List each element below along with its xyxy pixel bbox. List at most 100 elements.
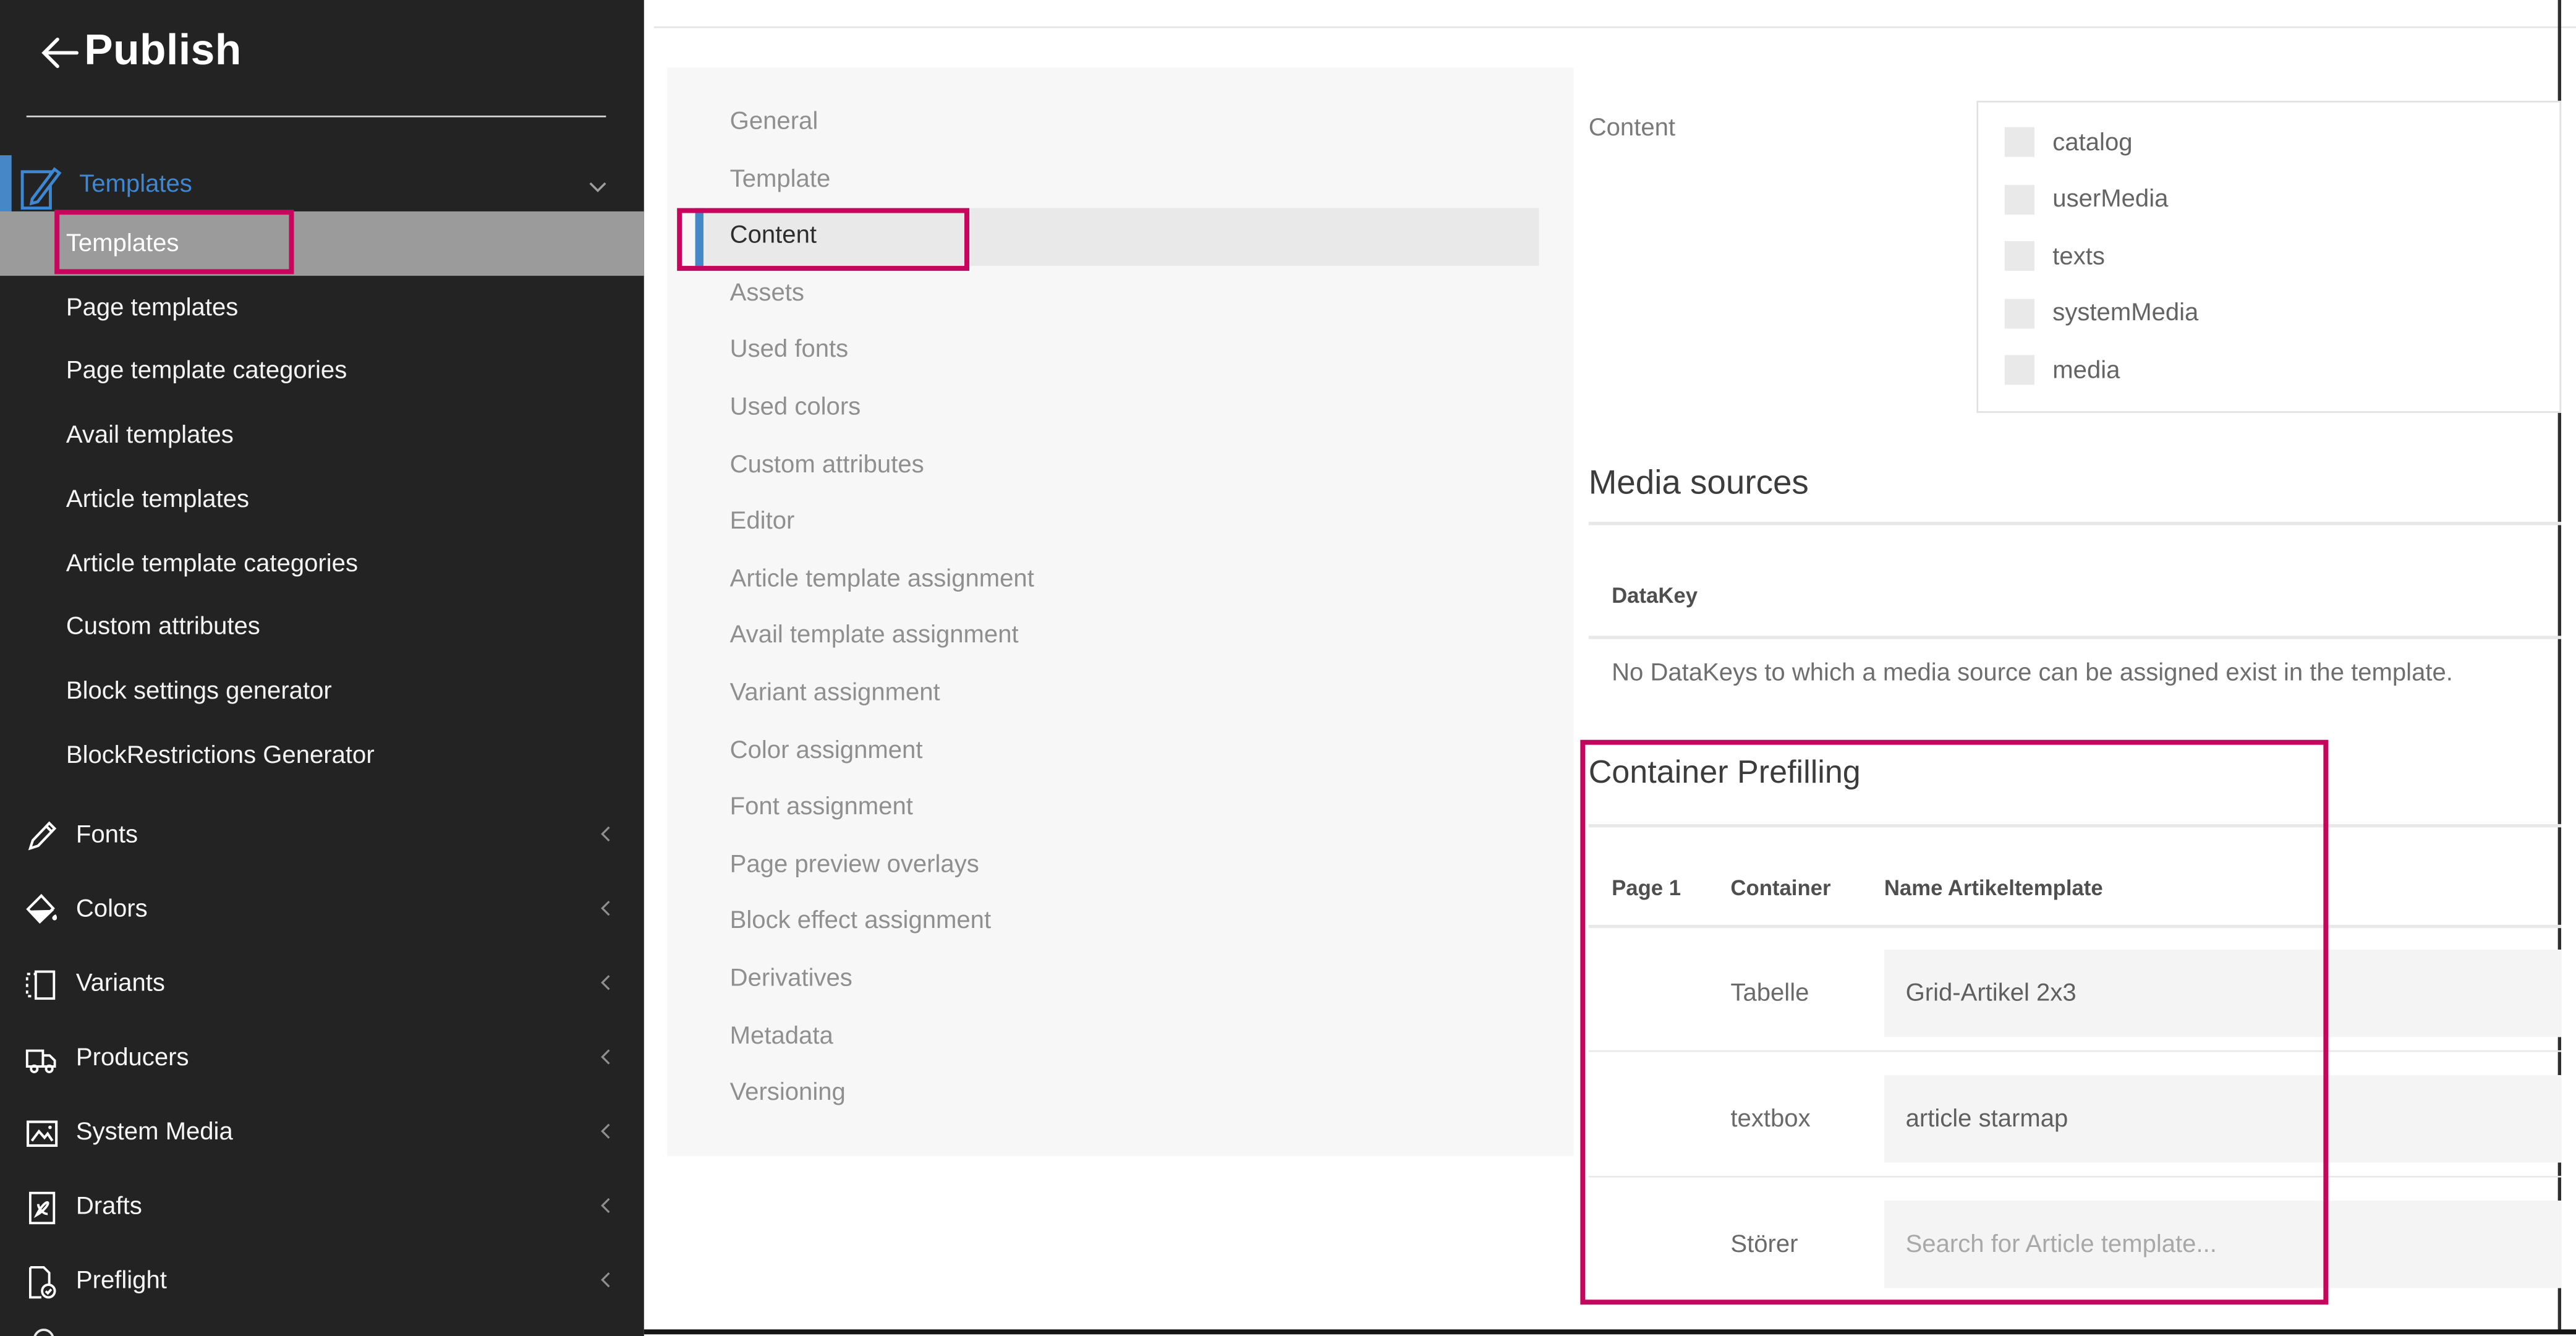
- sidebar-item-label: Preflight: [76, 1266, 167, 1293]
- chevron-left-icon: [591, 967, 621, 997]
- sidebar-item-article-templates[interactable]: Article templates: [0, 469, 644, 533]
- checkbox-icon[interactable]: [2005, 127, 2034, 157]
- empty-state-message: No DataKeys to which a media source can …: [1612, 659, 2453, 687]
- container-prefilling-title: Container Prefilling: [1589, 755, 1861, 793]
- checkbox-row-media[interactable]: media: [1978, 342, 2559, 399]
- divider: [1589, 925, 2561, 927]
- content-section-label: Content: [1589, 114, 1675, 142]
- sidebar-item-variants[interactable]: Variants: [0, 947, 644, 1021]
- sidebar-item-custom-attributes[interactable]: Custom attributes: [0, 597, 644, 662]
- sidebar-item-avail-templates[interactable]: Avail templates: [0, 405, 644, 469]
- pdf-icon: [23, 1188, 61, 1226]
- checkbox-row-systemmedia[interactable]: systemMedia: [1978, 285, 2559, 342]
- menu-item-derivatives[interactable]: Derivatives: [667, 951, 1573, 1008]
- column-header-name-artikeltemplate: Name Artikeltemplate: [1884, 875, 2103, 900]
- sidebar-item-drafts[interactable]: Drafts: [0, 1170, 644, 1245]
- menu-item-article-template-assignment[interactable]: Article template assignment: [667, 551, 1573, 608]
- menu-item-general[interactable]: General: [667, 94, 1573, 151]
- checkbox-icon[interactable]: [2005, 242, 2034, 271]
- chevron-down-icon[interactable]: [581, 170, 614, 203]
- sidebar-item-label: Producers: [76, 1043, 189, 1071]
- column-header-container: Container: [1730, 875, 1830, 900]
- menu-item-block-effect-assignment[interactable]: Block effect assignment: [667, 894, 1573, 951]
- checkbox-row-catalog[interactable]: catalog: [1978, 114, 2559, 171]
- sidebar-divider: [27, 116, 606, 118]
- templates-edit-icon: [20, 158, 62, 211]
- sidebar-item-label: Templates: [66, 229, 179, 257]
- active-section-bar: [0, 155, 11, 216]
- sidebar-item-label: Drafts: [76, 1191, 142, 1219]
- chevron-left-icon: [591, 1041, 621, 1071]
- sidebar-item-producers[interactable]: Producers: [0, 1021, 644, 1096]
- checkbox-icon[interactable]: [2005, 355, 2034, 385]
- top-divider: [654, 27, 2576, 29]
- chevron-left-icon: [591, 893, 621, 922]
- app-window: Publish Templates Templates Page templat…: [0, 0, 2576, 1336]
- image-icon: [23, 1114, 61, 1152]
- menu-item-editor[interactable]: Editor: [667, 494, 1573, 551]
- sidebar-item-page-templates[interactable]: Page templates: [0, 276, 644, 341]
- sidebar-item-templates[interactable]: Templates: [0, 211, 644, 276]
- media-sources-title: Media sources: [1589, 464, 1809, 504]
- menu-item-font-assignment[interactable]: Font assignment: [667, 780, 1573, 836]
- sidebar-item-article-template-categories[interactable]: Article template categories: [0, 533, 644, 597]
- sidebar-item-blockrestrictions-generator[interactable]: BlockRestrictions Generator: [0, 725, 644, 789]
- variants-icon: [23, 965, 61, 1003]
- sidebar-item-block-settings-generator[interactable]: Block settings generator: [0, 661, 644, 725]
- sidebar-sections: Fonts Colors Variants: [0, 799, 644, 1319]
- article-template-field-tabelle[interactable]: [1884, 950, 2561, 1037]
- sidebar-item-label: Variants: [76, 969, 165, 997]
- divider: [1589, 824, 2561, 827]
- paint-bucket-icon: [23, 891, 61, 929]
- sidebar-item-label: System Media: [76, 1117, 233, 1145]
- menu-item-color-assignment[interactable]: Color assignment: [667, 723, 1573, 780]
- menu-item-variant-assignment[interactable]: Variant assignment: [667, 665, 1573, 722]
- checkbox-label: userMedia: [2052, 185, 2168, 213]
- menu-item-custom-attributes[interactable]: Custom attributes: [667, 437, 1573, 494]
- checkbox-label: media: [2052, 356, 2120, 384]
- article-template-search-input[interactable]: [1884, 1200, 2561, 1288]
- menu-item-template[interactable]: Template: [667, 151, 1573, 208]
- divider: [1589, 522, 2561, 524]
- chevron-left-icon: [591, 1190, 621, 1220]
- article-template-field-textbox[interactable]: [1884, 1074, 2561, 1162]
- container-name-label: Tabelle: [1730, 979, 1809, 1007]
- checkbox-label: texts: [2052, 242, 2105, 270]
- container-name-label: textbox: [1730, 1105, 1810, 1133]
- sidebar-item-label: Templates: [79, 170, 192, 198]
- sidebar-item-label: Fonts: [76, 820, 138, 848]
- menu-item-page-preview-overlays[interactable]: Page preview overlays: [667, 837, 1573, 894]
- pencil-icon: [23, 817, 61, 854]
- menu-item-versioning[interactable]: Versioning: [667, 1065, 1573, 1122]
- template-settings-menu: General Template Content Assets Used fon…: [667, 68, 1573, 1156]
- sidebar-item-fonts[interactable]: Fonts: [0, 799, 644, 873]
- menu-item-content[interactable]: Content: [694, 208, 1539, 265]
- chevron-left-icon: [591, 1115, 621, 1145]
- checkbox-icon[interactable]: [2005, 185, 2034, 215]
- sidebar-item-page-template-categories[interactable]: Page template categories: [0, 341, 644, 405]
- sidebar-item-templates-group[interactable]: Templates: [0, 155, 644, 216]
- sidebar-item-colors[interactable]: Colors: [0, 873, 644, 947]
- menu-item-used-colors[interactable]: Used colors: [667, 380, 1573, 436]
- container-name-label: Störer: [1730, 1230, 1798, 1258]
- chevron-left-icon: [591, 1264, 621, 1294]
- sidebar-item-preflight[interactable]: Preflight: [0, 1245, 644, 1319]
- sidebar-sublist: Page templates Page template categories …: [0, 276, 644, 789]
- checkbox-row-texts[interactable]: texts: [1978, 228, 2559, 285]
- content-checkbox-group: catalog userMedia texts systemMedia medi…: [1976, 101, 2561, 413]
- menu-item-metadata[interactable]: Metadata: [667, 1008, 1573, 1065]
- menu-item-used-fonts[interactable]: Used fonts: [667, 323, 1573, 380]
- menu-item-avail-template-assignment[interactable]: Avail template assignment: [667, 608, 1573, 665]
- sidebar-title: Publish: [84, 25, 242, 76]
- checkbox-row-usermedia[interactable]: userMedia: [1978, 171, 2559, 228]
- checkbox-label: catalog: [2052, 129, 2132, 156]
- truck-icon: [23, 1040, 61, 1078]
- checkbox-icon[interactable]: [2005, 299, 2034, 328]
- menu-item-assets[interactable]: Assets: [667, 265, 1573, 322]
- column-header-page: Page 1: [1612, 875, 1681, 900]
- back-arrow-icon[interactable]: [36, 30, 83, 76]
- settings-menu-list: General Template Content Assets Used fon…: [667, 94, 1573, 1122]
- partial-gear-icon: [30, 1323, 57, 1336]
- checkbox-label: systemMedia: [2052, 299, 2198, 327]
- sidebar-item-system-media[interactable]: System Media: [0, 1096, 644, 1170]
